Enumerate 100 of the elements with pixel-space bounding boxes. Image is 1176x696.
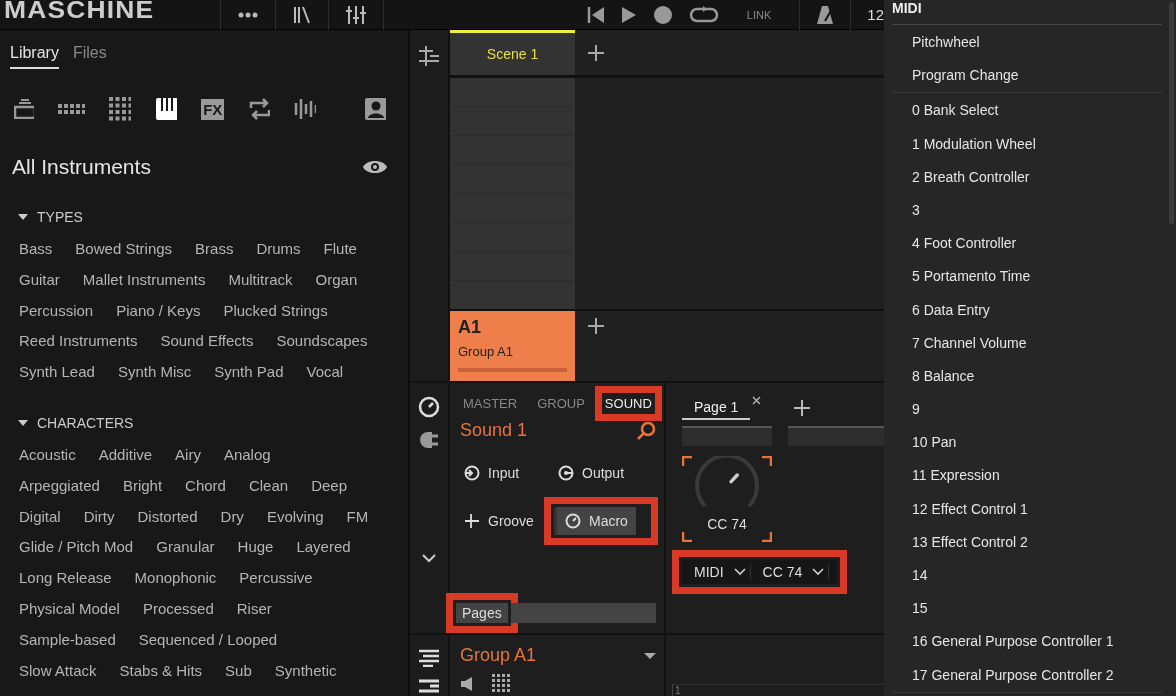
skip-back-icon[interactable] [586, 5, 605, 24]
tag-link[interactable]: Dirty [83, 501, 115, 533]
plug-icon[interactable] [418, 430, 440, 450]
waveform-icon[interactable] [294, 98, 317, 120]
tag-link[interactable]: Monophonic [134, 563, 217, 594]
menu-item[interactable]: 17 General Purpose Controller 2 [892, 658, 1162, 692]
pages-tab[interactable]: Pages [456, 603, 508, 623]
menu-item[interactable]: 12 Effect Control 1 [892, 492, 1162, 526]
tag-link[interactable]: Physical Model [19, 593, 120, 625]
tag-link[interactable]: Chord [185, 470, 226, 502]
tag-link[interactable]: Airy [175, 440, 201, 471]
record-icon[interactable] [652, 4, 673, 25]
sound-name[interactable]: Sound 1 [460, 420, 528, 441]
module-button[interactable]: Groove [460, 507, 538, 535]
metronome-icon[interactable] [816, 4, 835, 25]
loop-icon[interactable] [688, 5, 719, 24]
menu-item[interactable]: 6 Data Entry [892, 293, 1162, 327]
link-label[interactable]: LINK [746, 8, 772, 21]
tag-link[interactable]: Reed Instruments [19, 326, 138, 358]
more-icon[interactable] [237, 10, 259, 19]
tag-link[interactable]: Stabs & Hits [119, 655, 203, 687]
collapse-triangle-icon[interactable] [18, 419, 28, 427]
tag-link[interactable]: Clean [248, 470, 289, 502]
arranger-icon[interactable] [418, 45, 440, 67]
tag-link[interactable]: Brass [195, 234, 234, 265]
scene-tab[interactable]: Scene 1 [450, 30, 575, 75]
menu-item[interactable]: 15 [892, 592, 1162, 626]
fx-filter[interactable]: FX [201, 98, 225, 120]
level-tab[interactable]: MASTER [463, 396, 518, 411]
piano-keys-icon[interactable] [155, 97, 178, 121]
search-icon[interactable] [636, 420, 656, 441]
grid-icon[interactable] [109, 97, 132, 121]
tag-link[interactable]: Percussion [19, 295, 94, 327]
tag-link[interactable]: Piano / Keys [116, 295, 201, 327]
tag-link[interactable]: FM [346, 501, 369, 533]
tag-link[interactable]: Long Release [19, 563, 112, 594]
tag-link[interactable]: Plucked Strings [223, 295, 328, 327]
user-icon[interactable] [364, 97, 387, 121]
tag-link[interactable]: Flute [323, 234, 357, 265]
library-icon[interactable] [292, 4, 312, 25]
browser-tab[interactable]: Library [10, 44, 59, 69]
level-tab[interactable]: SOUND [604, 396, 652, 411]
section-header[interactable]: TYPES [37, 209, 83, 225]
menu-item[interactable]: 7 Channel Volume [892, 326, 1162, 360]
tag-link[interactable]: Synthetic [274, 655, 337, 687]
menu-item[interactable]: 4 Foot Controller [892, 227, 1162, 261]
tag-link[interactable]: Sample-based [19, 624, 116, 656]
repeat-icon[interactable] [248, 97, 271, 121]
play-icon[interactable] [620, 5, 637, 24]
menu-item[interactable]: 2 Breath Controller [892, 160, 1162, 194]
close-icon[interactable] [752, 396, 762, 405]
module-button[interactable]: Output [554, 459, 629, 487]
tag-link[interactable]: Deep [311, 470, 347, 502]
menu-item[interactable]: 13 Effect Control 2 [892, 525, 1162, 559]
tag-link[interactable]: Vocal [306, 357, 344, 388]
tag-link[interactable]: Organ [315, 264, 358, 296]
tag-link[interactable]: Acoustic [19, 440, 76, 471]
menu-item[interactable]: Program Change [892, 59, 1162, 93]
tag-link[interactable]: Bright [122, 470, 163, 502]
tag-link[interactable]: Dry [220, 501, 244, 533]
menu-item[interactable]: 8 Balance [892, 359, 1162, 394]
tag-link[interactable]: Guitar [19, 264, 60, 296]
group-name[interactable]: Group A1 [460, 645, 537, 666]
list-icon[interactable] [418, 649, 440, 667]
tag-link[interactable]: Glide / Pitch Mod [19, 532, 134, 564]
menu-item[interactable]: 10 Pan [892, 426, 1162, 460]
tempo-value[interactable]: 12 [867, 6, 884, 23]
group-pad[interactable]: A1 Group A1 [450, 311, 575, 381]
tag-link[interactable]: Sequenced / Looped [138, 624, 278, 656]
tag-link[interactable]: Multitrack [228, 264, 293, 296]
menu-item[interactable]: 14 [892, 559, 1162, 593]
tag-link[interactable]: Synth Lead [19, 357, 95, 388]
page-tab[interactable]: Page 1 [682, 393, 751, 420]
tag-link[interactable]: Slow Attack [19, 655, 97, 687]
module-button[interactable]: Macro [554, 507, 636, 535]
tag-link[interactable]: Huge [237, 532, 274, 564]
tag-link[interactable]: Sound Effects [160, 326, 254, 358]
pad-grid-icon[interactable] [492, 674, 512, 694]
menu-item[interactable]: 0 Bank Select [892, 94, 1162, 128]
tag-link[interactable]: Drums [256, 234, 301, 265]
tag-link[interactable]: Distorted [137, 501, 198, 533]
menu-item[interactable]: 16 General Purpose Controller 1 [892, 625, 1162, 659]
collapse-triangle-icon[interactable] [18, 213, 28, 221]
tag-link[interactable]: Layered [296, 532, 351, 564]
source-dropdown[interactable]: CC 74 [758, 564, 830, 580]
tag-link[interactable]: Mallet Instruments [82, 264, 206, 296]
tag-link[interactable]: Soundscapes [276, 326, 368, 358]
tag-link[interactable]: Arpeggiated [19, 470, 100, 502]
menu-item[interactable]: 11 Expression [892, 459, 1162, 493]
mixer-icon[interactable] [345, 4, 367, 25]
tag-link[interactable]: Bowed Strings [75, 234, 173, 265]
tag-link[interactable]: Evolving [266, 501, 324, 533]
add-icon[interactable] [793, 399, 812, 417]
eye-icon[interactable] [362, 159, 388, 175]
knob-icon[interactable] [418, 396, 440, 418]
tag-link[interactable]: Additive [98, 440, 153, 471]
source-dropdown[interactable]: MIDI [690, 564, 751, 580]
tag-link[interactable]: Synth Pad [214, 357, 284, 388]
list-icon[interactable] [418, 679, 440, 693]
tag-link[interactable]: Granular [156, 532, 215, 564]
